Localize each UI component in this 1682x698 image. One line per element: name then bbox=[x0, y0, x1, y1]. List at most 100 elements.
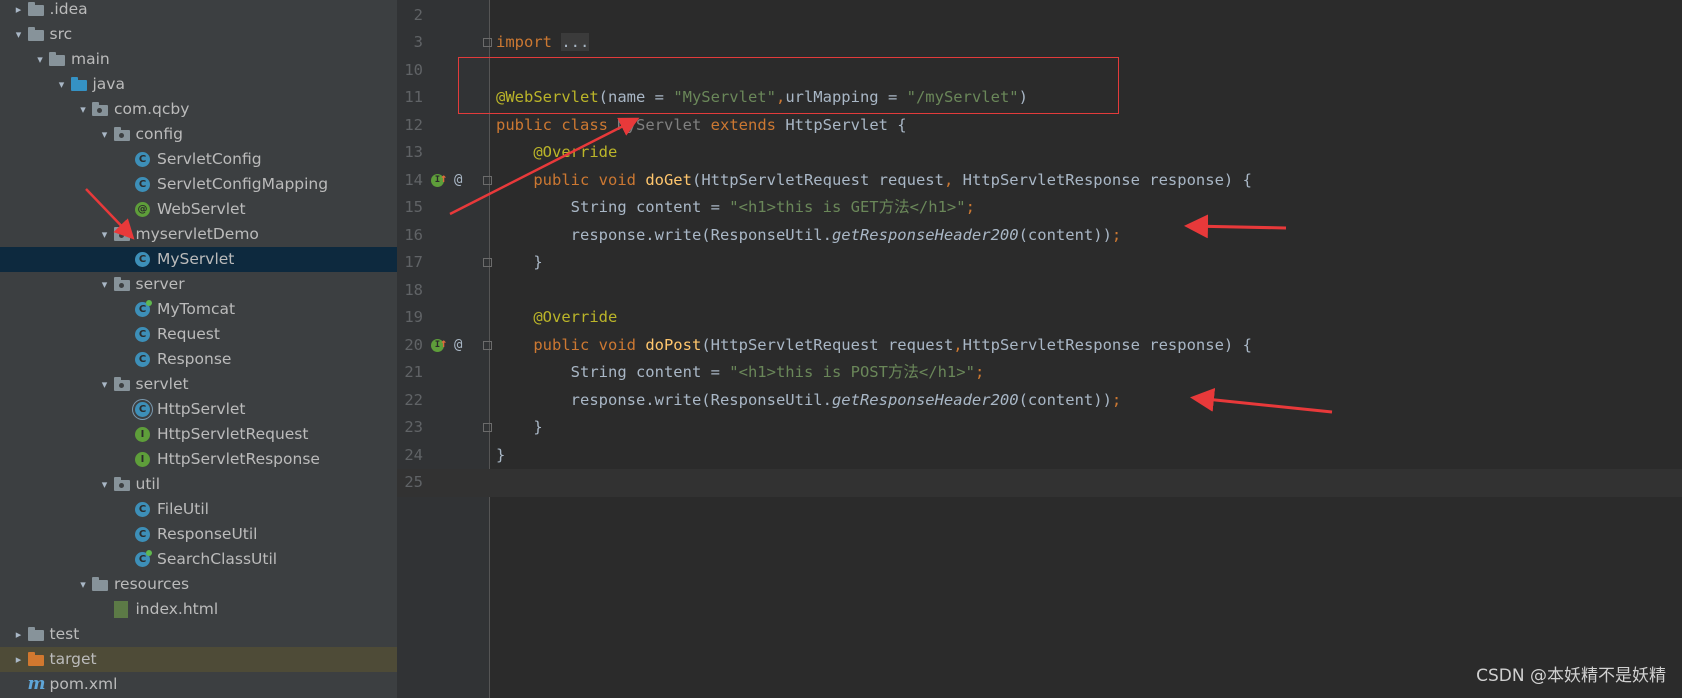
tree-item[interactable]: ▾ main bbox=[0, 47, 397, 72]
tree-item[interactable]: ▾ config bbox=[0, 122, 397, 147]
maven-icon: m bbox=[27, 674, 46, 694]
tree-item-label: SearchClassUtil bbox=[157, 550, 278, 568]
runnable-class-icon: C bbox=[135, 550, 152, 567]
code-line[interactable]: 14 public void doGet(HttpServletRequest … bbox=[397, 167, 1682, 195]
code-line[interactable]: 2 bbox=[397, 2, 1682, 30]
code-line[interactable]: 20 public void doPost(HttpServletRequest… bbox=[397, 332, 1682, 360]
tree-item-label: util bbox=[135, 475, 161, 493]
tree-item[interactable]: ▾ myservletDemo bbox=[0, 222, 397, 247]
package-icon bbox=[113, 377, 130, 391]
code-text: response.write(ResponseUtil.getResponseH… bbox=[496, 225, 1122, 244]
tree-item[interactable]: ▾ com.qcby bbox=[0, 97, 397, 122]
chevron-right-icon[interactable]: ▸ bbox=[13, 0, 25, 22]
code-line[interactable]: 15 String content = "<h1>this is GET方法</… bbox=[397, 194, 1682, 222]
line-number: 12 bbox=[404, 115, 423, 134]
chevron-right-icon[interactable]: ▸ bbox=[13, 622, 25, 647]
chevron-down-icon[interactable]: ▾ bbox=[99, 372, 111, 397]
tree-item[interactable]: ▾ util bbox=[0, 472, 397, 497]
code-text: String content = "<h1>this is GET方法</h1>… bbox=[496, 198, 975, 216]
code-line[interactable]: 22 response.write(ResponseUtil.getRespon… bbox=[397, 387, 1682, 415]
tree-item[interactable]: ▾ servlet bbox=[0, 372, 397, 397]
line-number: 24 bbox=[404, 445, 423, 464]
code-line[interactable]: 13 @Override bbox=[397, 139, 1682, 167]
chevron-down-icon[interactable]: ▾ bbox=[77, 572, 89, 597]
fold-method-end-marker[interactable] bbox=[483, 423, 492, 432]
code-line[interactable]: 12 public class MyServlet extends HttpSer… bbox=[397, 112, 1682, 140]
tree-item[interactable]: C MyServlet bbox=[0, 247, 397, 272]
package-icon bbox=[92, 102, 108, 116]
class-icon: C bbox=[135, 327, 150, 342]
annotation-at-icon[interactable]: @ bbox=[454, 172, 462, 188]
line-number: 18 bbox=[404, 280, 423, 299]
fold-method-end-marker[interactable] bbox=[483, 258, 492, 267]
code-line[interactable]: 3 import ... bbox=[397, 29, 1682, 57]
code-line[interactable]: 23 } bbox=[397, 414, 1682, 442]
code-line[interactable]: 17 } bbox=[397, 249, 1682, 277]
tree-item[interactable]: m pom.xml bbox=[0, 672, 397, 697]
line-number: 13 bbox=[404, 143, 423, 161]
tree-item-label: Request bbox=[157, 325, 220, 343]
code-line[interactable]: 18 bbox=[397, 277, 1682, 305]
code-line[interactable]: 24} bbox=[397, 442, 1682, 470]
tree-item-label: MyServlet bbox=[157, 250, 235, 268]
chevron-down-icon[interactable]: ▾ bbox=[34, 47, 46, 72]
tree-item-label: WebServlet bbox=[157, 200, 246, 218]
line-number: 17 bbox=[404, 253, 423, 271]
code-line[interactable]: 25 bbox=[397, 469, 1682, 497]
tree-item[interactable]: ▾ server bbox=[0, 272, 397, 297]
code-line[interactable]: 19 @Override bbox=[397, 304, 1682, 332]
fold-import-marker[interactable] bbox=[483, 38, 492, 47]
tree-item[interactable]: I HttpServletResponse bbox=[0, 447, 397, 472]
code-text: } bbox=[496, 253, 543, 271]
chevron-down-icon[interactable]: ▾ bbox=[99, 122, 111, 147]
chevron-down-icon[interactable]: ▾ bbox=[99, 222, 111, 247]
code-text: response.write(ResponseUtil.getResponseH… bbox=[496, 390, 1122, 409]
tree-item-label: ServletConfig bbox=[157, 150, 262, 168]
tree-item[interactable]: C SearchClassUtil bbox=[0, 547, 397, 572]
chevron-down-icon[interactable]: ▾ bbox=[56, 72, 68, 97]
folder-icon bbox=[49, 52, 65, 66]
tree-item[interactable]: ▸ test bbox=[0, 622, 397, 647]
go-to-super-arrow-icon[interactable]: ↑ bbox=[440, 336, 447, 350]
tree-item-label: ResponseUtil bbox=[157, 525, 258, 543]
fold-method-start-marker[interactable] bbox=[483, 175, 492, 185]
tree-item[interactable]: C Request bbox=[0, 322, 397, 347]
tree-item[interactable]: C Response bbox=[0, 347, 397, 372]
line-number: 14 bbox=[404, 170, 423, 189]
tree-item[interactable]: C HttpServlet bbox=[0, 397, 397, 422]
chevron-down-icon[interactable]: ▾ bbox=[13, 22, 25, 47]
chevron-down-icon[interactable]: ▾ bbox=[99, 472, 111, 497]
tree-item[interactable]: ▾ src bbox=[0, 22, 397, 47]
tree-item[interactable]: ▸ .idea bbox=[0, 0, 397, 22]
tree-item[interactable]: index.html bbox=[0, 597, 397, 622]
chevron-down-icon[interactable]: ▾ bbox=[99, 272, 111, 297]
tree-item-label: HttpServletResponse bbox=[157, 450, 320, 468]
class-icon: C bbox=[135, 527, 150, 542]
tree-item[interactable]: C FileUtil bbox=[0, 497, 397, 522]
tree-item-label: HttpServletRequest bbox=[157, 425, 309, 443]
tree-item[interactable]: C ServletConfigMapping bbox=[0, 172, 397, 197]
tree-item[interactable]: C ServletConfig bbox=[0, 147, 397, 172]
tree-item[interactable]: ▾ java bbox=[0, 72, 397, 97]
line-number: 21 bbox=[404, 363, 423, 381]
tree-item[interactable]: @ WebServlet bbox=[0, 197, 397, 222]
tree-item[interactable]: ▸ target bbox=[0, 647, 397, 672]
tree-item[interactable]: C ResponseUtil bbox=[0, 522, 397, 547]
tree-item[interactable]: C MyTomcat bbox=[0, 297, 397, 322]
package-icon bbox=[113, 277, 130, 291]
code-line[interactable]: 16 response.write(ResponseUtil.getRespon… bbox=[397, 222, 1682, 250]
tree-item-label: pom.xml bbox=[49, 675, 118, 693]
resources-folder-icon bbox=[92, 577, 108, 591]
code-line[interactable]: 21 String content = "<h1>this is POST方法<… bbox=[397, 359, 1682, 387]
html-file-icon bbox=[113, 601, 128, 618]
chevron-right-icon[interactable]: ▸ bbox=[13, 647, 25, 672]
tree-item[interactable]: ▾ resources bbox=[0, 572, 397, 597]
fold-method-start-marker[interactable] bbox=[483, 340, 492, 350]
folder-icon bbox=[27, 2, 44, 16]
line-number: 25 bbox=[404, 473, 423, 491]
annotation-at-icon[interactable]: @ bbox=[454, 337, 462, 353]
chevron-down-icon[interactable]: ▾ bbox=[77, 97, 89, 122]
tree-item[interactable]: I HttpServletRequest bbox=[0, 422, 397, 447]
line-number: 22 bbox=[404, 390, 423, 409]
go-to-super-arrow-icon[interactable]: ↑ bbox=[440, 171, 447, 185]
